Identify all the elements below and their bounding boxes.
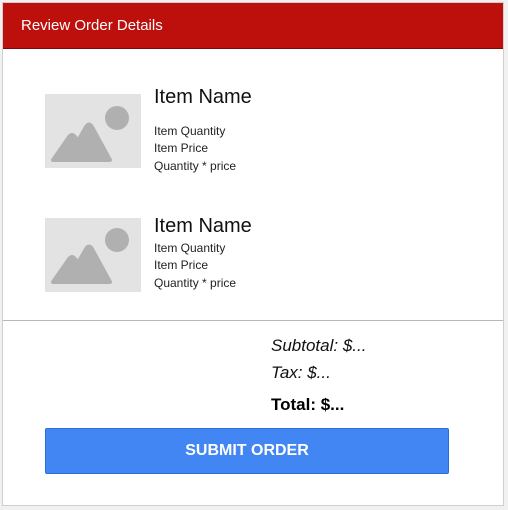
item-quantity: Item Quantity [154, 241, 226, 255]
item-price: Item Price [154, 258, 209, 272]
order-item: Item Name Item Quantity Item Price Quant… [3, 86, 503, 174]
item-line-total: Quantity * price [154, 276, 237, 290]
order-review-header: Review Order Details [3, 3, 503, 48]
submit-order-button[interactable]: SUBMIT ORDER [45, 428, 449, 474]
total-text: Total: $... [271, 395, 345, 414]
order-review-panel: Review Order Details Item Name Item Quan… [2, 2, 504, 506]
subtotal-text: Subtotal: $... [271, 336, 367, 355]
item-quantity: Item Quantity [154, 124, 226, 138]
page-title: Review Order Details [21, 17, 163, 34]
item-price: Item Price [154, 141, 209, 155]
item-name: Item Name [154, 215, 252, 237]
order-item: Item Name Item Quantity Item Price Quant… [3, 215, 503, 298]
item-line-total: Quantity * price [154, 159, 237, 173]
tax-text: Tax: $... [271, 363, 331, 382]
items-summary-divider [3, 320, 503, 321]
image-placeholder-icon [45, 94, 141, 168]
item-name: Item Name [154, 86, 252, 108]
header-divider [3, 48, 503, 49]
image-placeholder-icon [45, 218, 141, 292]
